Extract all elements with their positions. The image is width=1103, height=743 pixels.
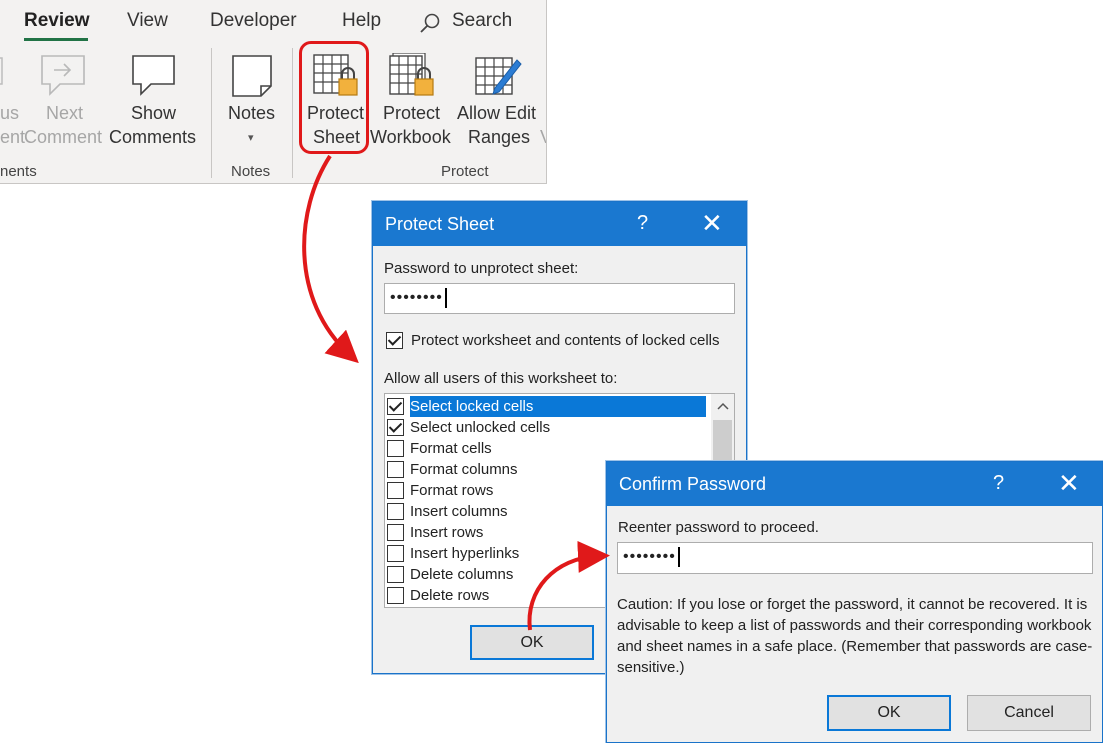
comment-icon <box>132 55 175 96</box>
permission-checkbox[interactable] <box>387 398 404 415</box>
password-value: •••••••• <box>390 289 443 306</box>
previous-comment-label-1: us <box>0 103 20 123</box>
next-comment-label-2: Comment <box>24 127 103 147</box>
dialog-title: Protect Sheet <box>385 214 495 234</box>
next-comment-label-1: Next <box>46 103 84 123</box>
protect-workbook-icon <box>389 53 434 96</box>
help-button[interactable]: ? <box>637 212 648 235</box>
allow-edit-ranges-label-1: Allow Edit <box>457 103 537 123</box>
chevron-down-icon: ▾ <box>248 132 254 144</box>
protect-worksheet-checkbox[interactable] <box>386 332 403 349</box>
dialog-titlebar: Protect Sheet ? ✕ <box>373 202 746 246</box>
previous-comment-icon <box>0 57 3 85</box>
password-label: Password to unprotect sheet: <box>384 260 579 277</box>
dialog-title: Confirm Password <box>619 474 767 494</box>
tab-review[interactable]: Review <box>24 10 89 32</box>
show-comments-label-1: Show <box>131 103 177 123</box>
show-comments-label-2: Comments <box>109 127 197 147</box>
group-label-comments: nents <box>0 163 37 180</box>
permission-checkbox[interactable] <box>387 524 404 541</box>
permission-label: Select unlocked cells <box>410 419 551 436</box>
group-label-notes: Notes <box>231 163 271 180</box>
cancel-button[interactable]: Cancel <box>967 695 1091 731</box>
ribbon: Review View Developer Help Search us ent… <box>0 0 547 184</box>
password-input[interactable]: •••••••• <box>384 283 735 314</box>
permission-checkbox[interactable] <box>387 503 404 520</box>
list-item[interactable]: Select locked cells <box>385 396 707 417</box>
cut-off-button-label: V <box>540 125 546 149</box>
previous-comment-label-2: ent <box>0 127 26 147</box>
notes-label: Notes <box>228 103 276 123</box>
caution-text: Caution: If you lose or forget the passw… <box>617 596 1093 676</box>
help-button[interactable]: ? <box>993 472 1004 495</box>
password-value: •••••••• <box>623 548 676 565</box>
text-cursor <box>677 546 680 567</box>
next-comment-icon <box>41 55 85 96</box>
allow-users-label: Allow all users of this worksheet to: <box>384 370 618 387</box>
dialog-titlebar: Confirm Password ? ✕ <box>607 462 1102 506</box>
permission-label: Select locked cells <box>410 396 706 417</box>
list-item[interactable]: Select unlocked cells <box>385 417 707 438</box>
permission-label: Format cells <box>410 440 492 457</box>
scroll-up-icon[interactable] <box>717 402 729 410</box>
protect-workbook-label-1: Protect <box>383 103 441 123</box>
tab-help[interactable]: Help <box>342 10 381 32</box>
protect-workbook-label-2: Workbook <box>370 127 451 147</box>
confirm-password-dialog: Confirm Password ? ✕ Reenter password to… <box>606 461 1103 743</box>
ok-button[interactable]: OK <box>827 695 951 731</box>
highlight-box <box>299 41 369 154</box>
allow-edit-ranges-icon <box>475 57 522 95</box>
permission-checkbox[interactable] <box>387 440 404 457</box>
permission-checkbox[interactable] <box>387 482 404 499</box>
ok-button[interactable]: OK <box>470 625 594 660</box>
permission-checkbox[interactable] <box>387 566 404 583</box>
permission-checkbox[interactable] <box>387 545 404 562</box>
scroll-thumb[interactable] <box>713 420 732 460</box>
tab-view[interactable]: View <box>127 10 168 32</box>
tab-search[interactable]: Search <box>452 10 512 32</box>
search-icon[interactable] <box>419 12 441 34</box>
group-divider <box>292 48 293 178</box>
text-cursor <box>444 287 447 308</box>
tab-developer[interactable]: Developer <box>210 10 297 32</box>
active-tab-indicator <box>24 38 88 41</box>
close-icon[interactable]: ✕ <box>1058 468 1080 499</box>
protect-worksheet-label: Protect worksheet and contents of locked… <box>411 332 720 349</box>
permission-checkbox[interactable] <box>387 419 404 436</box>
group-label-protect: Protect <box>441 163 489 180</box>
list-item[interactable]: Format cells <box>385 438 707 459</box>
reenter-password-label: Reenter password to proceed. <box>618 519 819 536</box>
confirm-password-input[interactable]: •••••••• <box>617 542 1093 574</box>
group-divider <box>211 48 212 178</box>
close-icon[interactable]: ✕ <box>701 208 723 239</box>
permission-checkbox[interactable] <box>387 461 404 478</box>
allow-edit-ranges-label-2: Ranges <box>468 127 531 147</box>
arrow-to-protect-dialog <box>302 154 359 364</box>
permission-checkbox[interactable] <box>387 587 404 604</box>
note-icon <box>232 55 272 97</box>
